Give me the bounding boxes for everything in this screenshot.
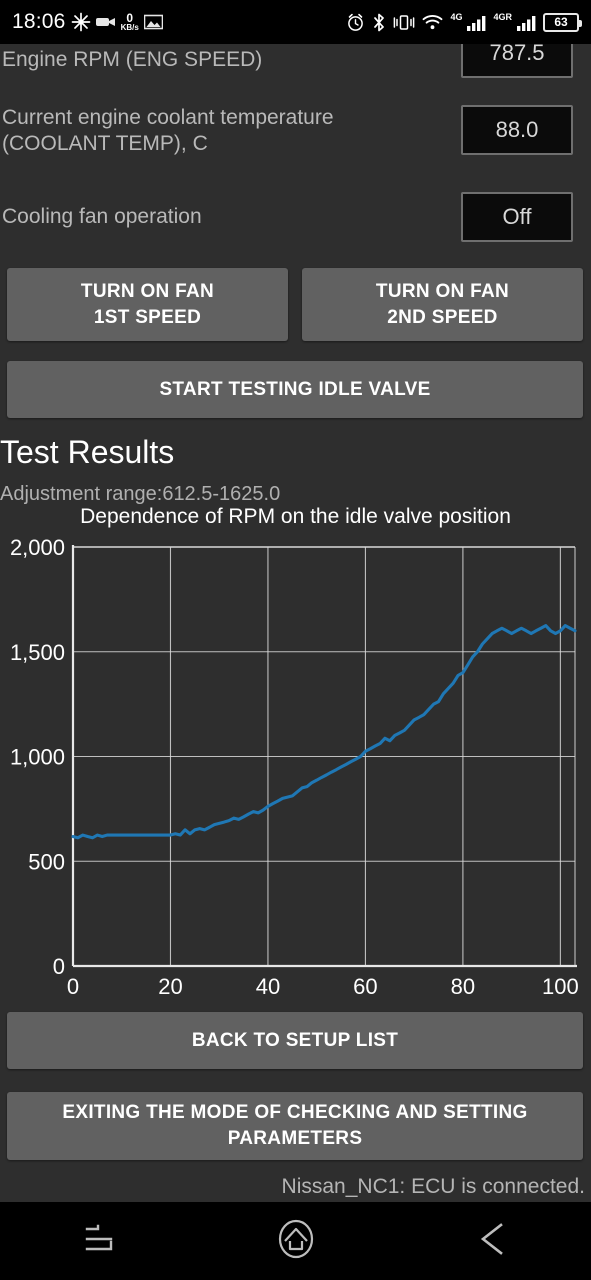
svg-text:0: 0 xyxy=(53,954,65,979)
chart-svg: 0 500 1,000 1,500 2,000 0 20 40 60 80 100 xyxy=(10,535,579,999)
home-icon xyxy=(276,1218,316,1265)
signal-icon-2 xyxy=(517,14,536,31)
svg-text:1,000: 1,000 xyxy=(10,745,65,770)
param-row-engine-rpm: Engine RPM (ENG SPEED) 787.5 xyxy=(0,28,591,80)
back-to-setup-list-button[interactable]: BACK TO SETUP LIST xyxy=(7,1012,583,1069)
param-row-coolant-temp: Current engine coolant temperature (COOL… xyxy=(0,105,591,161)
status-clock: 18:06 xyxy=(12,10,66,33)
fan-2nd-speed-line2: 2ND SPEED xyxy=(387,306,498,328)
recent-apps-button[interactable] xyxy=(54,1211,144,1271)
svg-text:100: 100 xyxy=(542,974,579,999)
bluetooth-icon xyxy=(372,13,386,32)
svg-text:0: 0 xyxy=(67,974,79,999)
battery-percent: 63 xyxy=(554,15,568,29)
camera-icon xyxy=(95,14,118,30)
svg-text:2,000: 2,000 xyxy=(10,535,65,560)
rpm-chart: Dependence of RPM on the idle valve posi… xyxy=(0,505,591,1005)
svg-text:60: 60 xyxy=(353,974,377,999)
network-type-label-1: 4G xyxy=(450,12,463,22)
param-label-coolant-temp: Current engine coolant temperature (COOL… xyxy=(2,106,334,155)
vibrate-icon xyxy=(393,14,415,31)
back-icon xyxy=(475,1220,511,1263)
svg-text:40: 40 xyxy=(256,974,280,999)
status-bar-right: 4G 4GR 63 xyxy=(346,12,582,32)
start-testing-label: START TESTING IDLE VALVE xyxy=(159,378,431,400)
alarm-icon xyxy=(346,13,365,32)
fan-2nd-speed-line1: TURN ON FAN xyxy=(375,280,510,302)
signal-icon xyxy=(467,14,486,31)
svg-text:500: 500 xyxy=(28,849,65,874)
burst-icon xyxy=(71,12,91,32)
param-value-coolant-temp: 88.0 xyxy=(461,105,573,155)
adjustment-range-label: Adjustment range:612.5-1625.0 xyxy=(0,483,281,505)
system-navigation-bar xyxy=(0,1202,591,1280)
svg-text:20: 20 xyxy=(158,974,182,999)
param-label-cooling-fan: Cooling fan operation xyxy=(2,205,202,228)
status-bar: 18:06 0 KB/s 4G 4GR 63 xyxy=(0,0,591,44)
wifi-icon xyxy=(422,14,443,31)
chart-tick-labels: 0 500 1,000 1,500 2,000 0 20 40 60 80 100 xyxy=(10,535,579,999)
image-icon xyxy=(143,14,163,30)
network-speed-unit: KB/s xyxy=(120,23,139,32)
home-button[interactable] xyxy=(251,1211,341,1271)
param-row-cooling-fan: Cooling fan operation Off xyxy=(0,192,591,242)
connection-status-text: Nissan_NC1: ECU is connected. xyxy=(281,1175,585,1198)
svg-text:80: 80 xyxy=(451,974,475,999)
start-testing-idle-valve-button[interactable]: START TESTING IDLE VALVE xyxy=(7,361,583,418)
back-button[interactable] xyxy=(448,1211,538,1271)
chart-gridlines xyxy=(72,546,576,967)
battery-icon: 63 xyxy=(543,12,582,32)
test-results-title: Test Results xyxy=(0,434,175,470)
exit-mode-button[interactable]: EXITING THE MODE OF CHECKING AND SETTING… xyxy=(7,1092,583,1160)
param-value-cooling-fan: Off xyxy=(461,192,573,242)
back-to-setup-label: BACK TO SETUP LIST xyxy=(191,1029,399,1051)
network-speed-indicator: 0 KB/s xyxy=(121,12,139,32)
app-screen: 18:06 0 KB/s 4G 4GR 63 Engine RPM (ENG S… xyxy=(0,0,591,1280)
network-type-label-2: 4GR xyxy=(493,12,512,22)
chart-series xyxy=(71,624,577,840)
chart-axes xyxy=(71,545,577,968)
turn-on-fan-2nd-speed-button[interactable]: TURN ON FAN 2ND SPEED xyxy=(302,268,583,341)
fan-1st-speed-line2: 1ST SPEED xyxy=(93,306,202,328)
exit-mode-line1: EXITING THE MODE OF CHECKING AND SETTING xyxy=(62,1102,528,1123)
exit-mode-line2: PARAMETERS xyxy=(227,1128,363,1149)
param-label-engine-rpm: Engine RPM (ENG SPEED) xyxy=(2,48,263,71)
svg-text:1,500: 1,500 xyxy=(10,640,65,665)
recent-apps-icon xyxy=(82,1222,116,1261)
status-bar-left: 18:06 0 KB/s xyxy=(12,10,163,34)
turn-on-fan-1st-speed-button[interactable]: TURN ON FAN 1ST SPEED xyxy=(7,268,288,341)
fan-1st-speed-line1: TURN ON FAN xyxy=(80,280,215,302)
